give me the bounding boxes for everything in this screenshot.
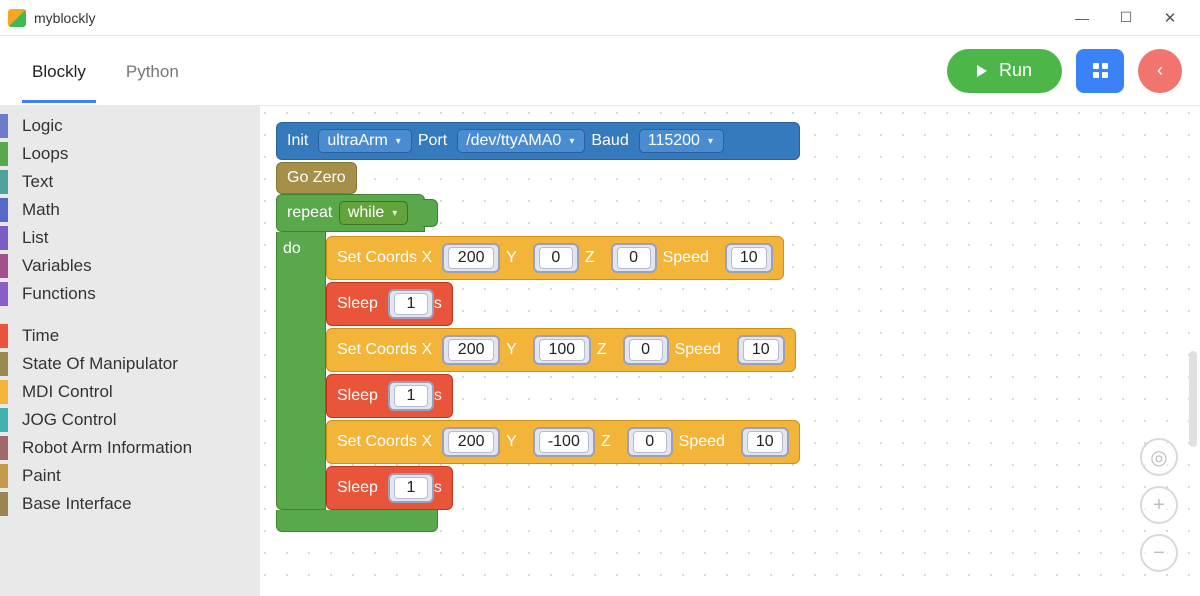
sleep-input[interactable]: 1 — [388, 289, 434, 319]
port-dropdown[interactable]: /dev/ttyAMA0 — [457, 129, 585, 153]
app-icon — [8, 9, 26, 27]
chevron-left-icon: ‹ — [1157, 60, 1163, 81]
category-functions[interactable]: Functions — [0, 280, 260, 308]
category-variables[interactable]: Variables — [0, 252, 260, 280]
collapse-button[interactable]: ‹ — [1138, 49, 1182, 93]
repeat-block[interactable]: repeat while — [276, 194, 425, 232]
coord-x-input[interactable]: 200 — [442, 243, 500, 273]
grid-icon — [1093, 63, 1108, 78]
port-label: Port — [418, 132, 447, 150]
main-area: Logic Loops Text Math List Variables Fun… — [0, 106, 1200, 596]
sleep-input[interactable]: 1 — [388, 473, 434, 503]
coord-y-input[interactable]: 0 — [533, 243, 579, 273]
coord-z-input[interactable]: 0 — [623, 335, 669, 365]
device-dropdown[interactable]: ultraArm — [318, 129, 411, 153]
do-label: do — [283, 240, 301, 257]
speed-input[interactable]: 10 — [741, 427, 789, 457]
window-title: myblockly — [34, 10, 95, 26]
category-mdi-control[interactable]: MDI Control — [0, 378, 260, 406]
set-coords-block[interactable]: Set Coords X 200 Y -100 Z 0 Speed 10 — [326, 420, 800, 464]
category-paint[interactable]: Paint — [0, 462, 260, 490]
category-text[interactable]: Text — [0, 168, 260, 196]
category-logic[interactable]: Logic — [0, 112, 260, 140]
toolbox-sidebar: Logic Loops Text Math List Variables Fun… — [0, 106, 260, 596]
set-coords-block[interactable]: Set Coords X 200 Y 0 Z 0 Speed 10 — [326, 236, 784, 280]
coord-y-input[interactable]: 100 — [533, 335, 591, 365]
zoom-in-button[interactable]: + — [1140, 486, 1178, 524]
coord-y-input[interactable]: -100 — [533, 427, 595, 457]
init-label: Init — [287, 132, 308, 150]
category-state-manipulator[interactable]: State Of Manipulator — [0, 350, 260, 378]
minimize-button[interactable]: — — [1060, 4, 1104, 32]
close-button[interactable]: ✕ — [1148, 4, 1192, 32]
coord-z-input[interactable]: 0 — [611, 243, 657, 273]
go-zero-label: Go Zero — [287, 169, 346, 187]
tab-python[interactable]: Python — [120, 40, 185, 102]
coord-x-input[interactable]: 200 — [442, 427, 500, 457]
category-base-interface[interactable]: Base Interface — [0, 490, 260, 518]
sleep-input[interactable]: 1 — [388, 381, 434, 411]
set-coords-block[interactable]: Set Coords X 200 Y 100 Z 0 Speed 10 — [326, 328, 796, 372]
grid-button[interactable] — [1076, 49, 1124, 93]
init-block[interactable]: Init ultraArm Port /dev/ttyAMA0 Baud 115… — [276, 122, 800, 160]
sleep-block[interactable]: Sleep 1 s — [326, 466, 453, 510]
run-label: Run — [999, 60, 1032, 81]
baud-dropdown[interactable]: 115200 — [639, 129, 724, 153]
category-loops[interactable]: Loops — [0, 140, 260, 168]
baud-label: Baud — [591, 132, 628, 150]
category-list[interactable]: List — [0, 224, 260, 252]
play-icon — [977, 65, 987, 77]
toolbar: Blockly Python Run ‹ — [0, 36, 1200, 106]
repeat-spine: do — [276, 232, 326, 510]
repeat-foot — [276, 510, 438, 532]
workspace-controls: ◎ + − — [1140, 438, 1178, 572]
speed-input[interactable]: 10 — [737, 335, 785, 365]
speed-input[interactable]: 10 — [725, 243, 773, 273]
repeat-label: repeat — [287, 204, 332, 221]
repeat-body: do Set Coords X 200 Y 0 Z 0 Speed 10 — [276, 232, 800, 510]
center-button[interactable]: ◎ — [1140, 438, 1178, 476]
coord-x-input[interactable]: 200 — [442, 335, 500, 365]
tab-blockly[interactable]: Blockly — [26, 40, 92, 102]
run-button[interactable]: Run — [947, 49, 1062, 93]
target-icon: ◎ — [1150, 445, 1167, 470]
title-bar: myblockly — ☐ ✕ — [0, 0, 1200, 36]
sleep-block[interactable]: Sleep 1 s — [326, 374, 453, 418]
category-jog-control[interactable]: JOG Control — [0, 406, 260, 434]
block-stack: Init ultraArm Port /dev/ttyAMA0 Baud 115… — [276, 120, 800, 532]
sleep-block[interactable]: Sleep 1 s — [326, 282, 453, 326]
coord-z-input[interactable]: 0 — [627, 427, 673, 457]
category-math[interactable]: Math — [0, 196, 260, 224]
repeat-mode-dropdown[interactable]: while — [339, 201, 409, 225]
workspace-canvas[interactable]: Init ultraArm Port /dev/ttyAMA0 Baud 115… — [260, 106, 1200, 596]
plus-icon: + — [1153, 494, 1165, 517]
category-robot-arm-info[interactable]: Robot Arm Information — [0, 434, 260, 462]
view-tabs: Blockly Python — [26, 40, 185, 102]
category-time[interactable]: Time — [0, 322, 260, 350]
minus-icon: − — [1153, 542, 1165, 565]
scrollbar[interactable] — [1189, 351, 1197, 447]
zoom-out-button[interactable]: − — [1140, 534, 1178, 572]
go-zero-block[interactable]: Go Zero — [276, 162, 357, 194]
maximize-button[interactable]: ☐ — [1104, 4, 1148, 32]
